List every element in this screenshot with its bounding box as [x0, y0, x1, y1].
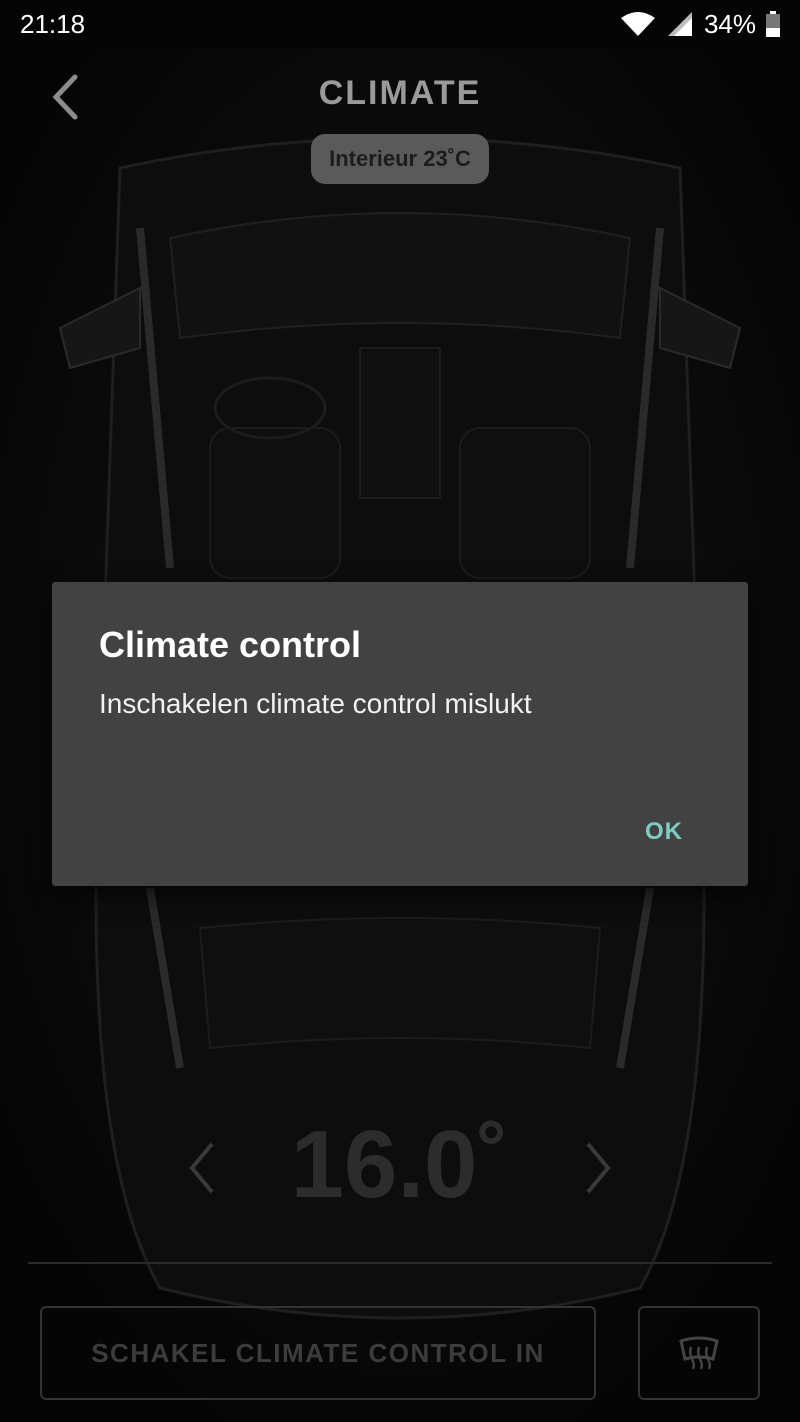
chevron-left-icon [189, 1142, 214, 1194]
temperature-control: 16.0˚ [0, 1110, 800, 1220]
battery-icon [766, 11, 780, 37]
chevron-right-icon [586, 1142, 611, 1194]
temp-increase-button[interactable] [576, 1138, 620, 1198]
rear-defrost-icon [679, 1336, 719, 1370]
wifi-icon [620, 12, 655, 36]
rear-defrost-button[interactable] [638, 1306, 760, 1400]
climate-control-on-button[interactable]: SCHAKEL CLIMATE CONTROL IN [40, 1306, 596, 1400]
page-title: CLIMATE [318, 74, 482, 112]
ok-button[interactable]: OK [624, 800, 704, 864]
divider [28, 1262, 772, 1264]
signal-icon [667, 12, 692, 36]
temperature-value: 16.0˚ [290, 1111, 510, 1218]
status-bar: 21:18 34% [0, 0, 800, 48]
dialog-message: Inschakelen climate control mislukt [99, 688, 532, 719]
status-time: 21:18 [20, 8, 86, 39]
battery-percentage: 34% [703, 8, 756, 39]
climate-screen: CLIMATE Interieur 23˚C 16.0˚ SCHAKEL CLI… [0, 48, 800, 1422]
alert-dialog: Climate control Inschakelen climate cont… [52, 582, 748, 886]
status-icons: 34% [620, 9, 780, 40]
dialog-title: Climate control [99, 624, 362, 665]
interior-temp-badge: Interieur 23˚C [311, 134, 489, 184]
temp-decrease-button[interactable] [180, 1138, 224, 1198]
